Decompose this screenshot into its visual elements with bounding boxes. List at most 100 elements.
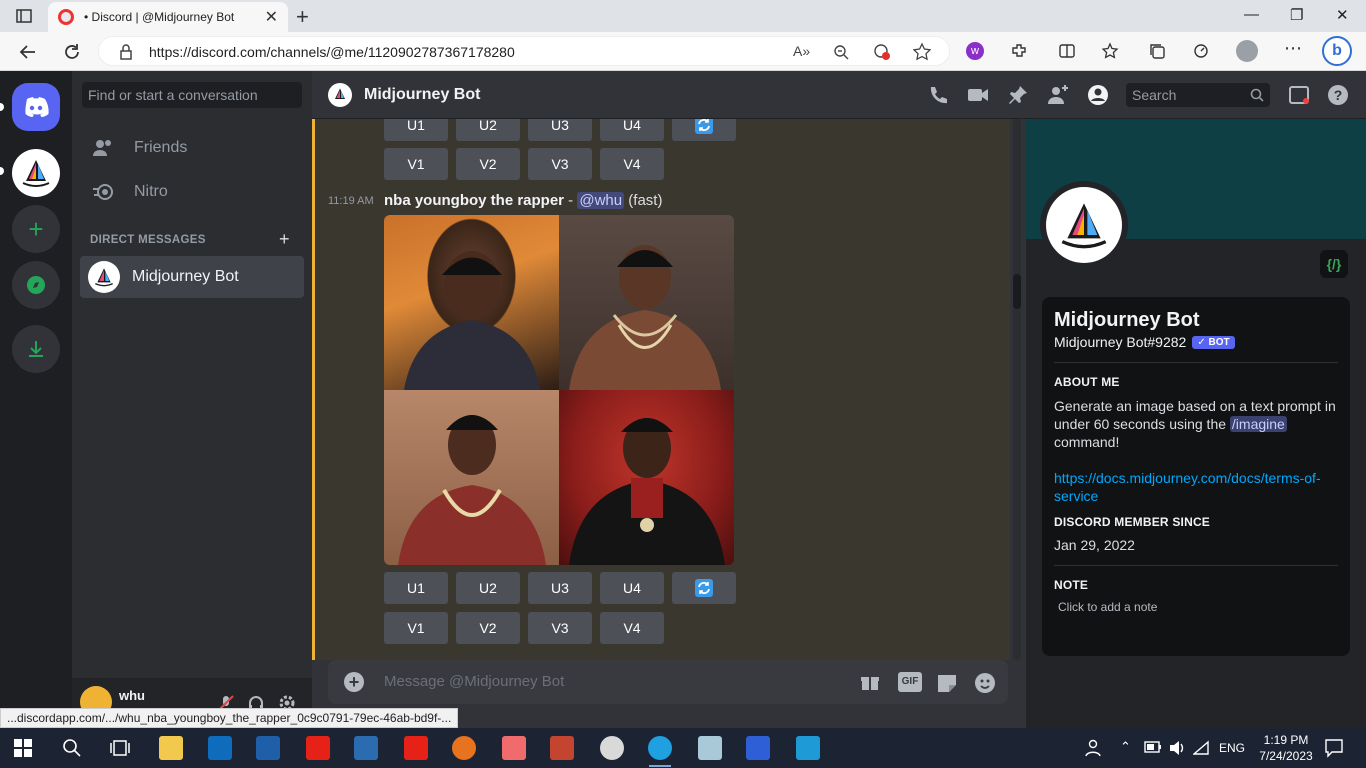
pinned-messages-icon[interactable]	[1007, 84, 1029, 106]
generated-image-1[interactable]	[384, 215, 559, 390]
sticker-icon[interactable]	[936, 672, 958, 694]
explore-servers-icon[interactable]	[12, 261, 60, 309]
terms-of-service-link[interactable]: https://docs.midjourney.com/docs/terms-o…	[1054, 469, 1338, 505]
message-input[interactable]: Message @Midjourney Bot	[384, 673, 564, 690]
upscale-button-u2[interactable]: U2	[456, 572, 520, 604]
reroll-button-prev[interactable]	[672, 119, 736, 141]
user-mention[interactable]: @whu	[577, 192, 625, 209]
message-composer[interactable]: + Message @Midjourney Bot GIF	[328, 660, 1008, 704]
upscale-button-u1[interactable]: U1	[384, 572, 448, 604]
youtube-icon[interactable]	[306, 736, 330, 760]
variation-button-v3[interactable]: V3	[528, 612, 592, 644]
generated-image-2[interactable]	[559, 215, 734, 390]
input-language[interactable]: ENG	[1219, 741, 1245, 755]
outlook-icon[interactable]	[208, 736, 232, 760]
inbox-icon[interactable]	[1288, 84, 1310, 106]
people-icon[interactable]	[1084, 738, 1104, 758]
generated-image-3[interactable]	[384, 390, 559, 565]
discord-home-icon[interactable]	[12, 83, 60, 131]
close-tab-icon[interactable]: ✕	[265, 7, 278, 27]
performance-icon[interactable]	[1192, 42, 1210, 60]
note-input[interactable]: Click to add a note	[1054, 600, 1338, 614]
app-grid-icon[interactable]	[354, 736, 378, 760]
zoom-out-icon[interactable]	[833, 44, 849, 60]
vscode-icon[interactable]	[796, 736, 820, 760]
reroll-button[interactable]	[672, 572, 736, 604]
add-friends-to-dm-icon[interactable]	[1047, 84, 1069, 106]
upscale-button-u4-prev[interactable]: U4	[600, 119, 664, 141]
system-clock[interactable]: 1:19 PM 7/24/2023	[1256, 732, 1316, 764]
gift-icon[interactable]	[860, 672, 880, 692]
new-tab-icon[interactable]: +	[296, 4, 309, 30]
tab-actions-icon[interactable]	[16, 8, 32, 24]
find-conversation-input[interactable]: Find or start a conversation	[82, 82, 302, 108]
firefox-icon[interactable]	[452, 736, 476, 760]
pdf-app-icon[interactable]	[502, 736, 526, 760]
variation-button-v2-prev[interactable]: V2	[456, 148, 520, 180]
create-dm-icon[interactable]: +	[279, 229, 290, 250]
variation-button-v1[interactable]: V1	[384, 612, 448, 644]
add-server-icon[interactable]: +	[12, 205, 60, 253]
upscale-button-u4[interactable]: U4	[600, 572, 664, 604]
variation-button-v4-prev[interactable]: V4	[600, 148, 664, 180]
webex-icon[interactable]	[746, 736, 770, 760]
message-list[interactable]: U1 U2 U3 U4 V1 V2 V3 V4 11:19 AM nba you…	[312, 119, 1026, 660]
volume-icon[interactable]	[1168, 740, 1186, 756]
chat-scrollbar-thumb[interactable]	[1013, 274, 1021, 309]
variation-button-v4[interactable]: V4	[600, 612, 664, 644]
variation-button-v3-prev[interactable]: V3	[528, 148, 592, 180]
windows-start-icon[interactable]	[14, 739, 32, 757]
help-icon[interactable]: ?	[1327, 84, 1349, 106]
minimize-icon[interactable]: —	[1244, 6, 1259, 23]
header-search-input[interactable]: Search	[1126, 83, 1270, 107]
upscale-button-u3[interactable]: U3	[528, 572, 592, 604]
tracking-prevention-icon[interactable]	[873, 43, 891, 61]
collections-icon[interactable]	[1148, 42, 1166, 60]
extensions-puzzle-icon[interactable]	[1010, 42, 1028, 60]
upscale-button-u3-prev[interactable]: U3	[528, 119, 592, 141]
user-profile-icon[interactable]	[1087, 84, 1109, 106]
favorite-star-icon[interactable]	[913, 43, 931, 61]
back-icon[interactable]	[18, 42, 38, 62]
edge-icon[interactable]	[648, 736, 672, 760]
generated-image-grid[interactable]	[384, 215, 734, 565]
lock-icon[interactable]	[119, 44, 133, 60]
imagine-command[interactable]: /imagine	[1229, 416, 1287, 432]
extension-w-icon[interactable]: w	[966, 42, 984, 60]
emoji-icon[interactable]	[974, 672, 996, 694]
variation-button-v1-prev[interactable]: V1	[384, 148, 448, 180]
wifi-icon[interactable]	[1193, 740, 1211, 756]
search-icon[interactable]	[62, 738, 82, 758]
split-screen-icon[interactable]	[1058, 42, 1076, 60]
notepad-icon[interactable]	[698, 736, 722, 760]
sidebar-item-nitro[interactable]: Nitro	[80, 171, 304, 213]
dm-item-midjourney-bot[interactable]: Midjourney Bot	[80, 256, 304, 298]
gif-icon[interactable]: GIF	[898, 672, 922, 692]
active-developer-badge-icon[interactable]: {/}	[1320, 250, 1348, 278]
chat-scrollbar-track[interactable]	[1013, 119, 1021, 660]
show-hidden-icons-icon[interactable]: ⌃	[1120, 739, 1131, 755]
address-bar[interactable]: https://discord.com/channels/@me/1120902…	[98, 36, 950, 66]
file-explorer-icon[interactable]	[159, 736, 183, 760]
upscale-button-u1-prev[interactable]: U1	[384, 119, 448, 141]
favorites-icon[interactable]	[1102, 42, 1120, 60]
browser-tab-discord[interactable]: • Discord | @Midjourney Bot ✕	[48, 2, 288, 32]
bing-icon[interactable]: b	[1322, 36, 1352, 66]
notification-center-icon[interactable]	[1324, 738, 1344, 758]
restore-icon[interactable]: ❐	[1290, 6, 1303, 24]
task-view-icon[interactable]	[110, 738, 130, 758]
variation-button-v2[interactable]: V2	[456, 612, 520, 644]
paint-icon[interactable]	[600, 736, 624, 760]
generated-image-4[interactable]	[559, 390, 734, 565]
voice-call-icon[interactable]	[927, 84, 949, 106]
upscale-button-u2-prev[interactable]: U2	[456, 119, 520, 141]
powerpoint-icon[interactable]	[550, 736, 574, 760]
word-icon[interactable]	[256, 736, 280, 760]
close-window-icon[interactable]: ✕	[1336, 6, 1349, 24]
upload-plus-icon[interactable]: +	[344, 672, 364, 692]
profile-avatar-icon[interactable]	[1236, 40, 1258, 62]
youtube-icon[interactable]	[404, 736, 428, 760]
download-apps-icon[interactable]	[12, 325, 60, 373]
video-call-icon[interactable]	[967, 84, 989, 106]
sidebar-item-friends[interactable]: Friends	[80, 127, 304, 169]
